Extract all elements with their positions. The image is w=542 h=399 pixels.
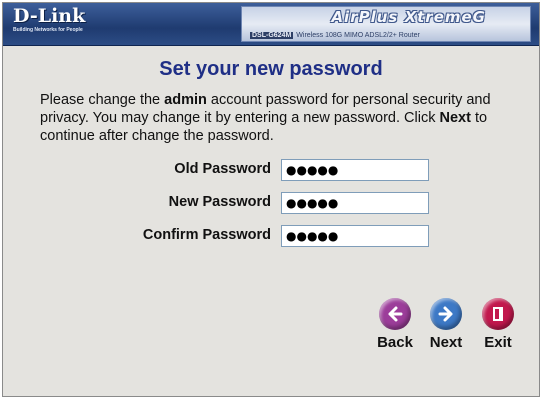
old-password-label: Old Password xyxy=(174,161,271,177)
page-title: Set your new password xyxy=(159,58,383,80)
brand-tagline: Building Networks for People xyxy=(13,27,83,33)
intro-next-bold: Next xyxy=(439,110,471,126)
model-badge: DSL-G624M xyxy=(250,32,294,39)
confirm-password-row: Confirm Password xyxy=(3,225,539,247)
old-password-field[interactable] xyxy=(281,159,429,181)
new-password-label: New Password xyxy=(168,194,271,210)
new-password-row: New Password xyxy=(3,192,539,214)
brand-logo: D-Link Building Networks for People xyxy=(13,6,85,33)
arrow-left-icon[interactable] xyxy=(379,298,411,330)
intro-text: Please change the admin account password… xyxy=(40,91,510,145)
arrow-right-icon[interactable] xyxy=(430,298,462,330)
back-button[interactable]: Back xyxy=(372,298,418,351)
old-password-row: Old Password xyxy=(3,159,539,181)
brand-name: D-Link xyxy=(13,5,86,27)
product-subtitle: DSL-G624M Wireless 108G MIMO ADSL2/2+ Rou… xyxy=(250,32,420,39)
product-banner: AirPlus XtremeG DSL-G624M Wireless 108G M… xyxy=(241,6,531,42)
exit-button[interactable]: Exit xyxy=(475,298,521,351)
intro-admin-bold: admin xyxy=(164,92,207,108)
next-button[interactable]: Next xyxy=(423,298,469,351)
header-banner: D-Link Building Networks for People AirP… xyxy=(3,3,539,46)
exit-label[interactable]: Exit xyxy=(475,334,521,351)
door-icon[interactable] xyxy=(482,298,514,330)
back-label[interactable]: Back xyxy=(372,334,418,351)
product-description: Wireless 108G MIMO ADSL2/2+ Router xyxy=(296,32,420,39)
wizard-window: D-Link Building Networks for People AirP… xyxy=(2,2,540,397)
intro-text-part: Please change the xyxy=(40,92,165,108)
product-logo: AirPlus XtremeG xyxy=(331,8,486,26)
confirm-password-field[interactable] xyxy=(281,225,429,247)
confirm-password-label: Confirm Password xyxy=(142,227,271,243)
next-label[interactable]: Next xyxy=(423,334,469,351)
new-password-field[interactable] xyxy=(281,192,429,214)
